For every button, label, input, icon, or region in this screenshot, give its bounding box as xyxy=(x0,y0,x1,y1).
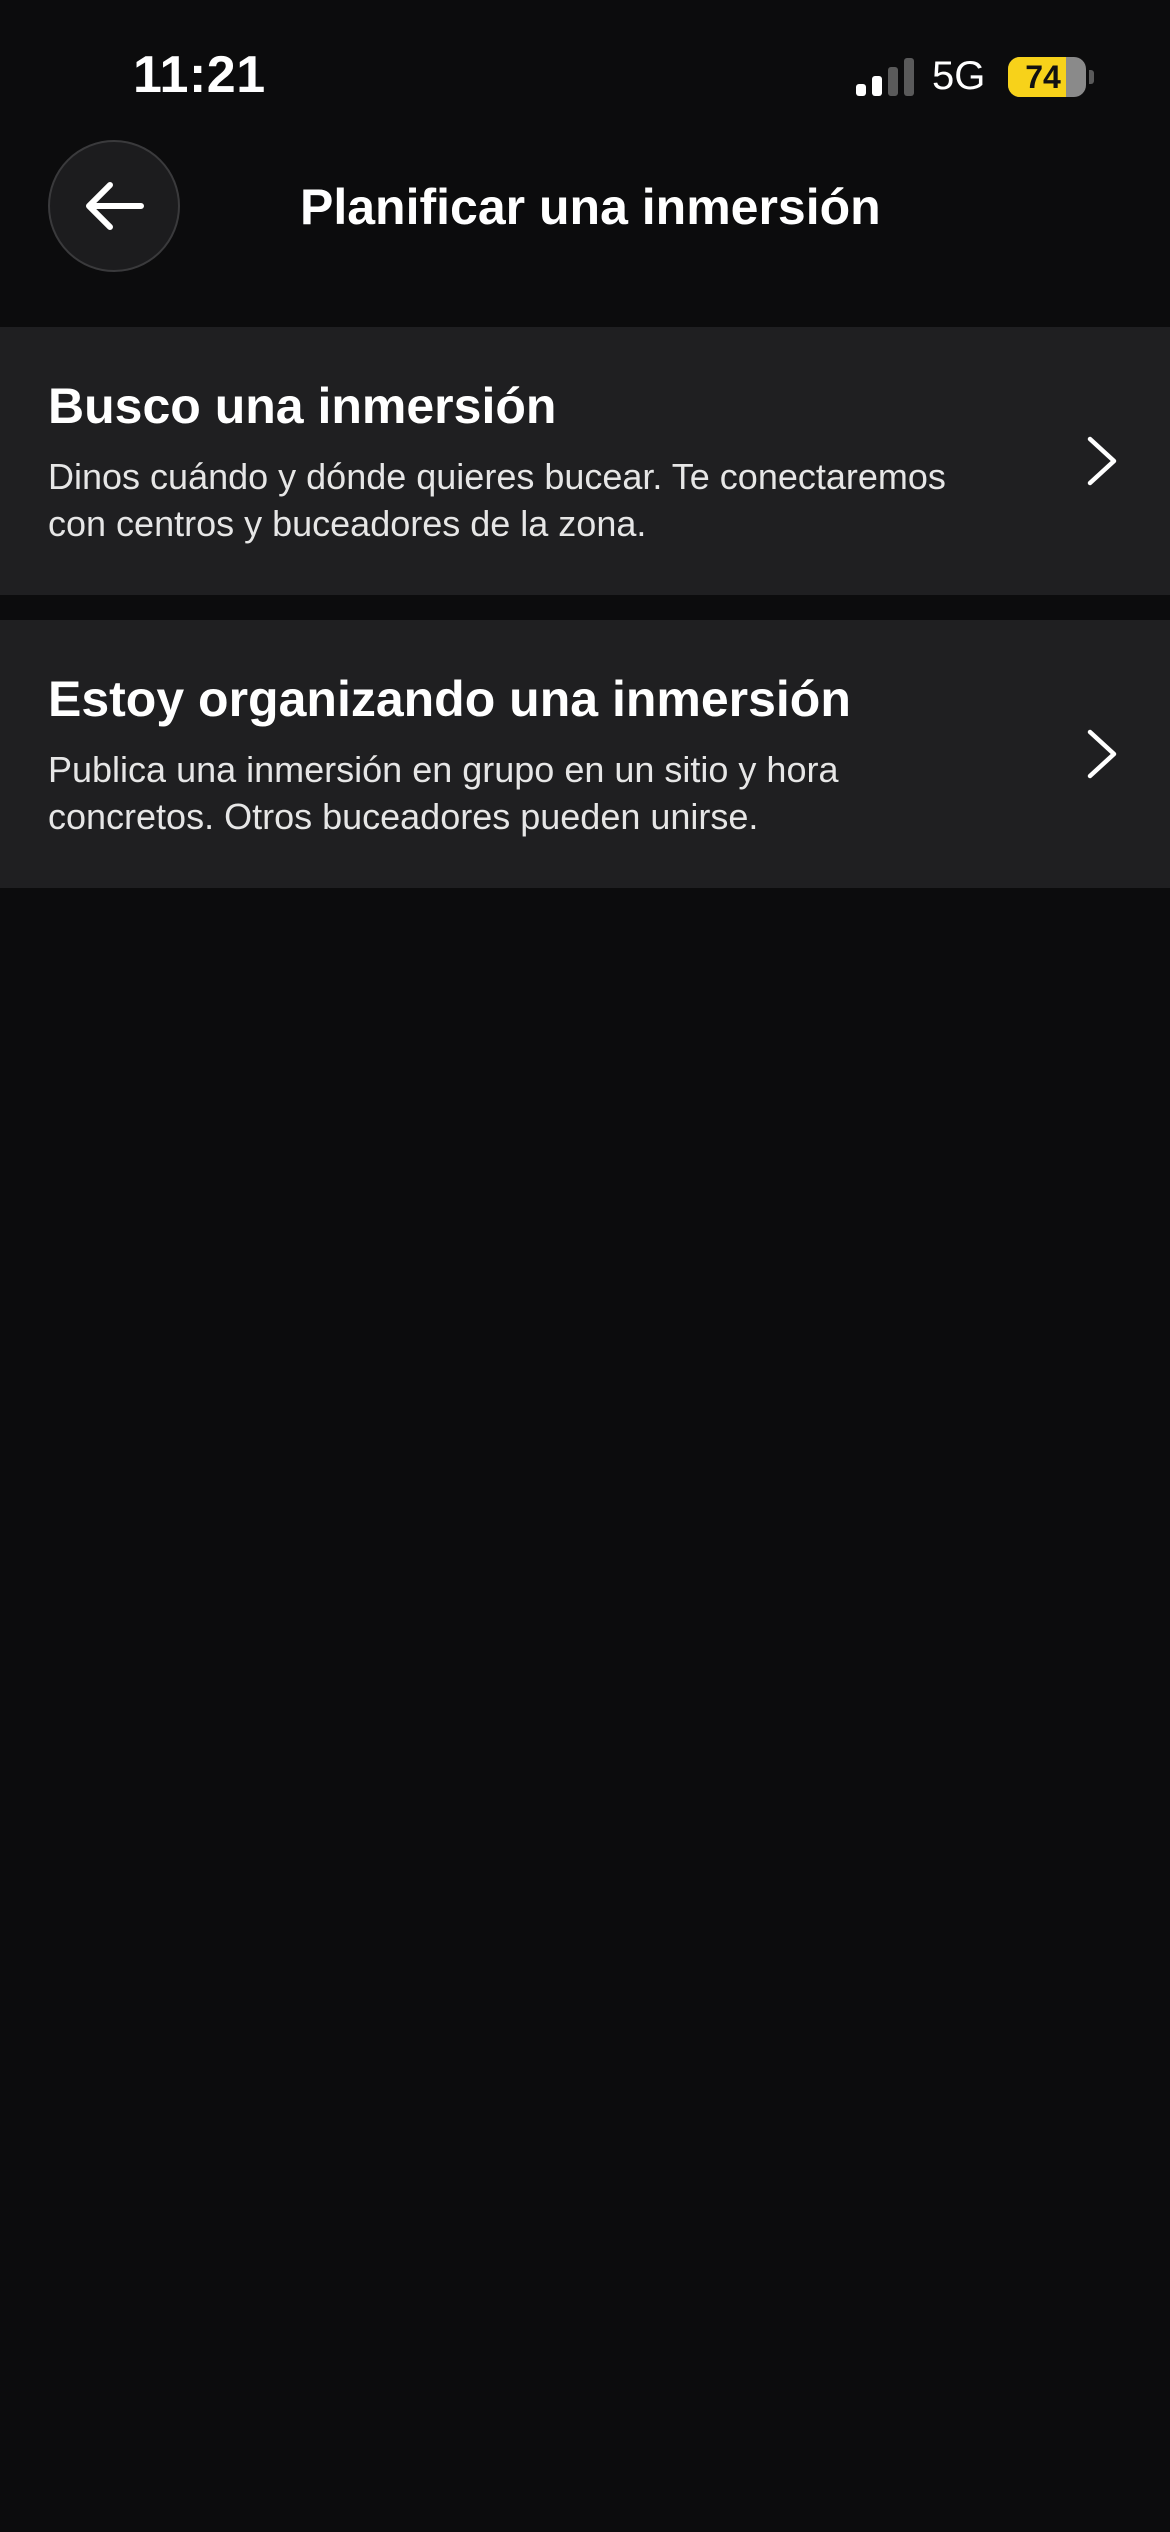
page-title: Planificar una inmersión xyxy=(300,179,881,235)
option-organize-dive[interactable]: Estoy organizando una inmersión Publica … xyxy=(0,620,1170,888)
back-button[interactable] xyxy=(48,140,180,272)
battery-level: 74 xyxy=(1025,59,1061,95)
network-type: 5G xyxy=(932,54,986,98)
option-description: Dinos cuándo y dónde quieres bucear. Te … xyxy=(48,456,946,544)
arrow-left-icon xyxy=(86,182,144,230)
option-find-dive[interactable]: Busco una inmersión Dinos cuándo y dónde… xyxy=(0,327,1170,595)
battery-icon: 74 xyxy=(1008,57,1086,97)
option-title: Estoy organizando una inmersión xyxy=(48,671,851,727)
status-time: 11:21 xyxy=(133,46,266,104)
chevron-right-icon xyxy=(1087,729,1117,779)
status-bar: 11:21 5G 74 xyxy=(0,0,1170,150)
battery-tip xyxy=(1089,70,1094,84)
cellular-signal-icon xyxy=(856,58,914,96)
chevron-right-icon xyxy=(1087,436,1117,486)
option-title: Busco una inmersión xyxy=(48,378,557,434)
option-description: Publica una inmersión en grupo en un sit… xyxy=(48,749,839,837)
header: Planificar una inmersión xyxy=(0,140,1170,276)
